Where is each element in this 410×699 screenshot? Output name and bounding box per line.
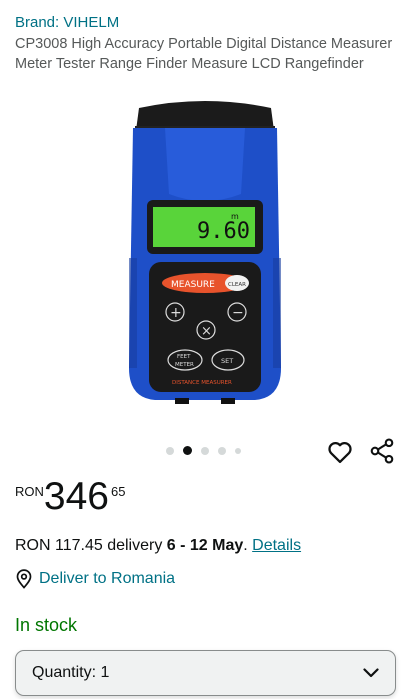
delivery-separator: . [243,537,253,554]
carousel-dot[interactable] [201,446,209,455]
plus-key-label: + [170,305,182,321]
quantity-value: 1 [100,664,110,681]
deliver-to-label: Deliver to Romania [39,570,176,587]
delivery-details-link[interactable]: Details [252,537,301,554]
quantity-label: Quantity: [32,664,97,681]
quantity-dropdown[interactable]: Quantity: 1 [15,650,396,696]
carousel-dot[interactable] [218,446,226,455]
feet-key-label: FEET [177,354,191,360]
price-currency: RON [15,484,44,499]
quantity-text: Quantity: 1 [32,664,109,682]
minus-key-label: − [232,305,244,321]
chevron-down-icon [363,668,379,678]
carousel-dot[interactable] [166,446,174,455]
delivery-info: RON 117.45 delivery 6 - 12 May. Details [15,537,301,555]
product-image[interactable]: 9.60 m MEASURE CLEAR + − × FEET METER SE… [125,98,285,408]
delivery-cost: RON 117.45 delivery [15,537,167,554]
clear-key-label: CLEAR [228,282,246,288]
price: RON 346 65 [15,474,125,520]
display-reading: 9.60 [197,219,250,244]
product-title: CP3008 High Accuracy Portable Digital Di… [15,36,393,72]
set-key-label: SET [221,357,233,365]
measure-key-label: MEASURE [171,280,215,290]
price-fraction: 65 [110,484,126,499]
meter-key-label: METER [175,362,194,368]
stock-status: In stock [15,615,78,635]
x-key-label: × [201,324,212,339]
carousel-dot[interactable] [183,446,192,455]
device-footer-label: DISTANCE MEASURER [172,380,232,386]
share-icon[interactable] [368,437,396,465]
display-unit: m [231,212,239,221]
carousel-dots[interactable] [166,446,241,455]
location-pin-icon [16,569,32,589]
brand-link[interactable]: Brand: VIHELM [15,14,119,31]
delivery-dates: 6 - 12 May [166,537,244,554]
deliver-to-location[interactable]: Deliver to Romania [15,569,175,589]
price-whole: 346 [43,475,109,518]
carousel-dot[interactable] [235,447,241,454]
heart-icon[interactable] [326,438,354,466]
